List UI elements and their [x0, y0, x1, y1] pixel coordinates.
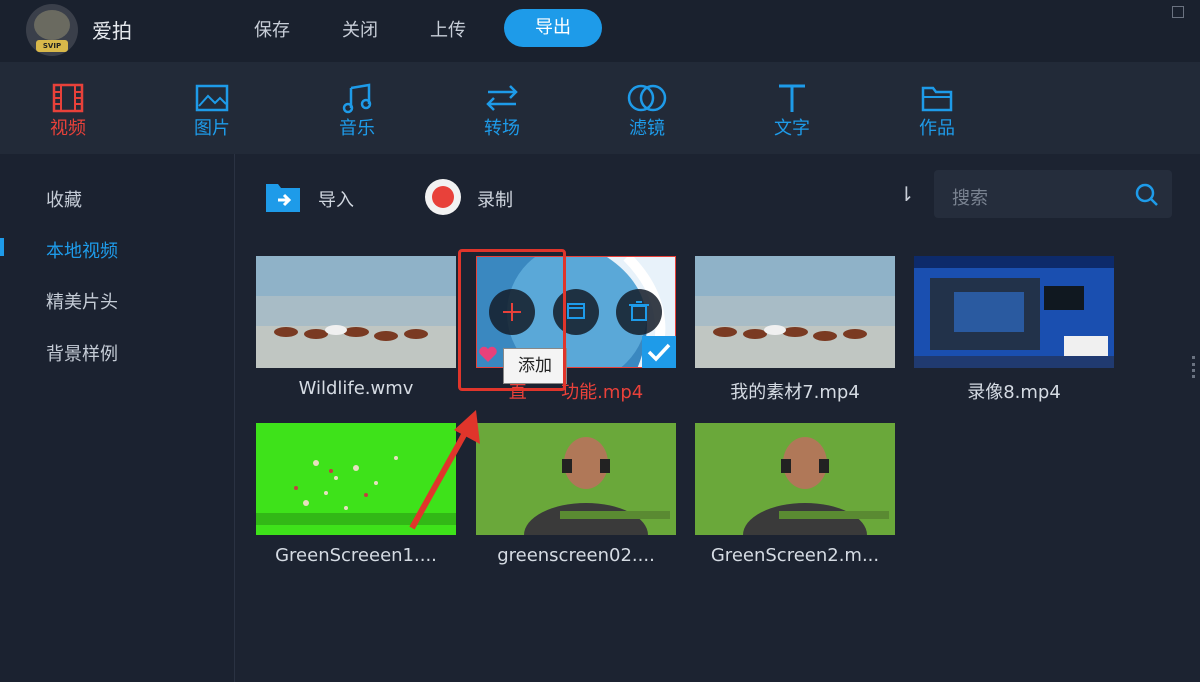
- delete-button[interactable]: [616, 289, 662, 335]
- search-input[interactable]: 搜索: [952, 184, 988, 210]
- search-icon[interactable]: [1134, 182, 1160, 208]
- media-name: greenscreen02....: [497, 545, 655, 566]
- media-panel: [235, 154, 1200, 682]
- media-thumbnail-recording8[interactable]: [914, 256, 1114, 368]
- media-name: 我的素材7.mp4: [730, 382, 860, 403]
- annotation-highlight-box: [458, 249, 566, 391]
- media-name: GreenScreeen1....: [275, 545, 437, 566]
- tab-filter-label: 滤镜: [629, 118, 665, 139]
- active-indicator: [0, 238, 4, 256]
- text-t-icon: [779, 84, 805, 112]
- media-name: GreenScreen2.m...: [710, 545, 880, 566]
- app-logo: SVIP: [26, 4, 78, 56]
- sidebar-item-intros[interactable]: 精美片头: [46, 288, 118, 314]
- tab-text[interactable]: 文字: [762, 82, 822, 140]
- sidebar-item-favorites[interactable]: 收藏: [46, 186, 82, 212]
- tab-image[interactable]: 图片: [182, 82, 242, 140]
- music-note-icon: [342, 83, 372, 114]
- checkbox-checked-icon[interactable]: [642, 336, 676, 368]
- sidebar-item-local-video[interactable]: 本地视频: [46, 237, 118, 263]
- search-box[interactable]: 搜索: [934, 170, 1172, 218]
- folder-icon: [921, 86, 953, 112]
- tab-music-label: 音乐: [339, 118, 375, 139]
- media-name: 录像8.mp4: [967, 382, 1061, 403]
- tab-image-label: 图片: [194, 118, 230, 139]
- category-bar: [0, 62, 1200, 154]
- sort-icon[interactable]: ⇂: [898, 182, 915, 206]
- scroll-handle[interactable]: [1192, 356, 1198, 378]
- save-button[interactable]: 保存: [254, 16, 290, 42]
- annotation-arrow: [409, 410, 480, 530]
- trash-icon: [629, 301, 649, 321]
- tab-transition[interactable]: 转场: [472, 82, 532, 140]
- tab-filter[interactable]: 滤镜: [617, 82, 677, 140]
- image-icon: [195, 84, 229, 112]
- import-folder-icon[interactable]: [264, 180, 302, 214]
- tab-music[interactable]: 音乐: [327, 82, 387, 140]
- filter-circles-icon: [627, 84, 667, 112]
- sidebar-item-backgrounds[interactable]: 背景样例: [46, 340, 118, 366]
- app-name: 爱拍: [92, 19, 132, 43]
- transition-arrows-icon: [486, 85, 518, 111]
- svip-badge: SVIP: [36, 40, 68, 52]
- media-thumbnail-greenscreen2[interactable]: [695, 423, 895, 535]
- media-thumbnail-wildlife[interactable]: [256, 256, 456, 368]
- window-control-icon[interactable]: [1172, 6, 1184, 18]
- tab-works-label: 作品: [919, 118, 955, 139]
- top-bar: SVIP 爱拍 保存 关闭 上传 导出: [0, 0, 1200, 62]
- tab-text-label: 文字: [774, 118, 810, 139]
- export-button[interactable]: 导出: [504, 9, 602, 47]
- media-thumbnail-greenscreen02[interactable]: [476, 423, 676, 535]
- sidebar: [0, 154, 235, 682]
- import-button[interactable]: 导入: [318, 186, 354, 212]
- record-button[interactable]: 录制: [477, 186, 513, 212]
- close-button[interactable]: 关闭: [342, 16, 378, 42]
- tab-video[interactable]: 视频: [38, 82, 98, 140]
- media-name: Wildlife.wmv: [298, 378, 414, 399]
- tab-works[interactable]: 作品: [907, 82, 967, 140]
- upload-button[interactable]: 上传: [430, 16, 466, 42]
- tab-transition-label: 转场: [484, 118, 520, 139]
- record-icon[interactable]: [424, 178, 462, 216]
- film-icon: [52, 83, 84, 113]
- media-thumbnail-material7[interactable]: [695, 256, 895, 368]
- tab-video-label: 视频: [50, 118, 86, 139]
